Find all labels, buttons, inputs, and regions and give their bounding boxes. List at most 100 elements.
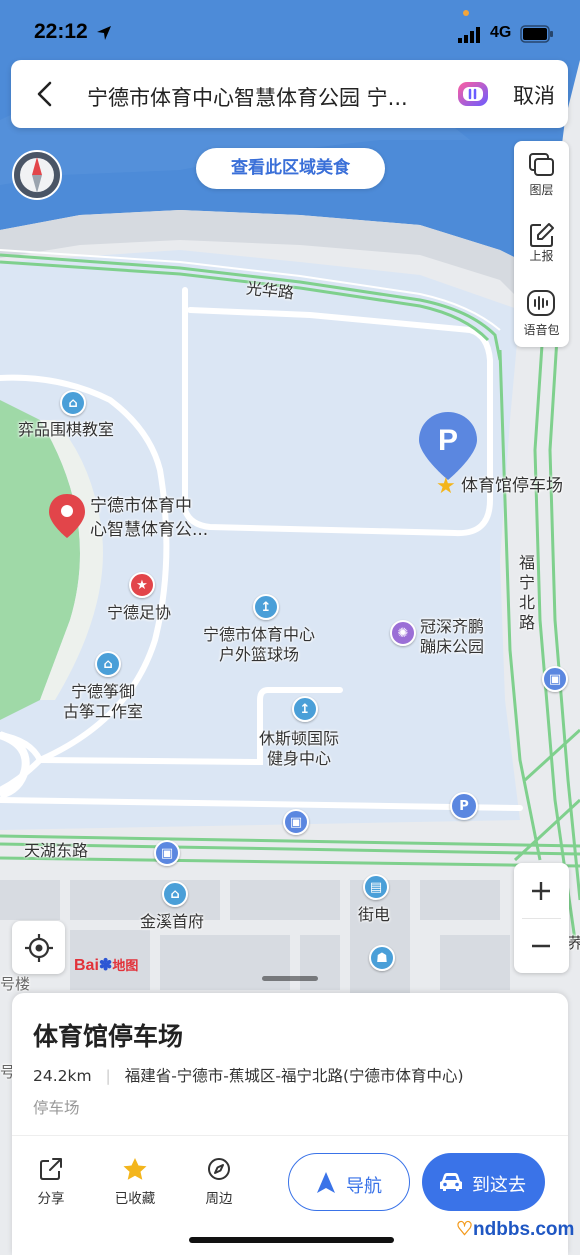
back-arrow-icon[interactable] [35,80,55,108]
zoom-in-button[interactable] [514,863,569,918]
selected-parking-marker-icon[interactable]: P [417,410,479,482]
poi-label-weiqi[interactable]: 弈品围棋教室 [18,420,114,440]
gym-icon[interactable]: ↥ [292,696,318,722]
favorite-star-icon: ★ [436,474,456,499]
share-label: 分享 [37,1191,65,1207]
poi-label-gym-line1: 休斯顿国际 [259,729,340,748]
report-edit-icon [530,223,554,247]
bus-stop-icon-2[interactable]: ▣ [154,840,180,866]
saved-label: 已收藏 [114,1191,156,1207]
poi-label-jiedian[interactable]: 街电 [358,905,390,925]
poi-label-basketball[interactable]: 宁德市体育中心 户外篮球场 [203,625,315,665]
parking-letter: P [438,424,458,457]
zoom-out-button[interactable] [514,918,569,973]
poi-label-center-line1: 宁德市体育中 [90,496,192,516]
orange-dot-icon [463,10,469,16]
nearby-food-button[interactable]: 查看此区域美食 [196,148,385,189]
signal-icon [458,27,480,43]
logo-ditu: 地图 [112,958,139,973]
navigate-arrow-icon [317,1172,335,1193]
voice-wave-icon [527,290,555,316]
sheet-divider [12,1135,568,1136]
place-category: 停车场 [33,1099,80,1117]
voice-pack-button[interactable]: 语音包 [514,279,569,345]
edge-label-hao-lou: 号楼 [0,975,31,993]
poi-label-trampoline-line2: 蹦床公园 [420,637,485,656]
sheet-grabber[interactable] [262,976,318,981]
voice-pack-label: 语音包 [523,323,560,337]
assistant-icon[interactable] [456,80,490,108]
forum-watermark: ♡ndbbs.com [456,1218,574,1241]
edge-label-right: 荞 [568,934,580,952]
poi-label-basketball-line1: 宁德市体育中心 [203,625,316,644]
navigate-label: 导航 [346,1176,382,1197]
status-time: 22:12 [34,20,88,43]
residence-icon[interactable]: ⌂ [162,881,188,907]
poi-label-trampoline[interactable]: 冠深齐鹏 蹦床公园 [420,617,484,657]
bus-stop-icon-3[interactable]: ▣ [542,666,568,692]
poi-label-basketball-line2: 户外篮球场 [219,645,300,664]
place-meta: 24.2km | 福建省-宁德市-蕉城区-福宁北路(宁德市体育中心) [33,1064,464,1086]
logo-paw-icon: ✽ [98,957,113,974]
road-label-tianhu-east: 天湖东路 [24,841,89,860]
poi-label-gym-line2: 健身中心 [267,749,332,768]
location-arrow-icon [97,26,111,40]
basketball-court-icon[interactable]: ↥ [253,594,279,620]
nearby-label: 周边 [205,1191,233,1207]
poi-label-zheng[interactable]: 宁德筝御 古筝工作室 [63,682,143,722]
cancel-button[interactable]: 取消 [513,80,555,110]
poi-label-gym[interactable]: 休斯顿国际 健身中心 [259,729,339,769]
poi-label-trampoline-line1: 冠深齐鹏 [420,617,485,636]
poi-label-center[interactable]: 宁德市体育中 心智慧体育公... [90,494,208,542]
status-bar: 22:12 4G [0,0,580,56]
saved-button[interactable]: 已收藏 [100,1157,170,1207]
search-bar[interactable]: 宁德市体育中心智慧体育公园 宁... 取消 [11,60,568,128]
search-query[interactable]: 宁德市体育中心智慧体育公园 宁... [87,82,442,112]
logo-bai: Bai [74,957,99,974]
place-address: 福建省-宁德市-蕉城区-福宁北路(宁德市体育中心) [124,1067,464,1085]
nearby-button[interactable]: 周边 [184,1157,254,1207]
map-tools-panel: 图层 上报 语音包 [514,141,569,347]
minus-icon [532,944,550,948]
report-button[interactable]: 上报 [514,209,569,275]
compass-icon[interactable] [11,149,63,201]
place-distance: 24.2km [33,1067,92,1085]
compass-nearby-icon [208,1158,230,1180]
watermark-text: ndbbs.com [473,1219,575,1240]
restroom-icon[interactable]: ☗ [369,945,395,971]
share-button[interactable]: 分享 [16,1157,86,1207]
trampoline-park-icon[interactable]: ✺ [390,620,416,646]
network-type: 4G [490,24,512,41]
guzheng-studio-icon[interactable]: ⌂ [95,651,121,677]
poi-label-jinxi[interactable]: 金溪首府 [140,912,204,932]
road-label-futing-north-text: 福宁北路 [518,553,535,632]
zoom-controls [514,863,569,973]
navigate-button[interactable]: 导航 [288,1153,410,1211]
road-label-futing-north: 福宁北路 [512,553,542,633]
poi-label-parking-selected[interactable]: 体育馆停车场 [461,476,563,496]
poi-label-center-line2: 心智慧体育公... [90,520,209,540]
layers-icon [529,153,554,176]
bus-stop-icon[interactable]: ▣ [283,809,309,835]
football-assoc-icon[interactable]: ★ [129,572,155,598]
poi-label-zheng-line1: 宁德筝御 [71,682,136,701]
place-name: 体育馆停车场 [33,1022,184,1051]
report-label: 上报 [529,249,554,263]
place-detail-sheet[interactable]: 体育馆停车场 24.2km | 福建省-宁德市-蕉城区-福宁北路(宁德市体育中心… [12,993,568,1255]
parking-small-icon[interactable]: P [450,792,478,820]
home-indicator [189,1237,394,1243]
chess-school-icon[interactable]: ⌂ [60,390,86,416]
car-icon [440,1173,462,1191]
go-here-button[interactable]: 到这去 [422,1153,545,1211]
poi-label-zheng-line2: 古筝工作室 [63,702,144,721]
locate-me-button[interactable] [12,921,65,974]
go-here-label: 到这去 [472,1175,526,1196]
red-location-pin-icon[interactable] [47,492,87,540]
layers-button[interactable]: 图层 [514,141,569,207]
poi-label-football[interactable]: 宁德足协 [107,603,171,623]
star-filled-icon [123,1158,147,1180]
power-bank-icon[interactable]: ▤ [363,874,389,900]
layers-label: 图层 [529,183,554,197]
baidu-map-logo: Bai✽地图 [74,955,138,975]
share-icon [40,1158,62,1180]
